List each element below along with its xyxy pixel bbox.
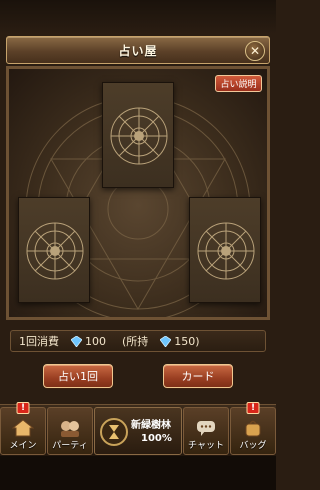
- location-progress: 100%: [141, 433, 172, 444]
- card-emblem-icon: [26, 222, 84, 280]
- close-icon: ✕: [249, 44, 261, 58]
- nav-bag-label: バッグ: [239, 441, 267, 451]
- card-button[interactable]: カード: [163, 364, 233, 388]
- nav-main[interactable]: ! メイン: [0, 402, 46, 455]
- nav-main-label: メイン: [9, 441, 37, 451]
- cost-bar: 1回消費 100 (所持 150): [10, 330, 266, 352]
- card-emblem-icon: [110, 107, 168, 165]
- chat-icon: [197, 421, 215, 436]
- party-icon: [61, 421, 79, 437]
- fortune-help-button[interactable]: 占い説明: [215, 75, 262, 92]
- owned-prefix: (所持: [122, 335, 149, 348]
- nav-chat[interactable]: チャット: [183, 407, 229, 455]
- card-emblem-icon: [197, 222, 255, 280]
- fortune-card-left[interactable]: [18, 197, 90, 303]
- cost-per-value: 100: [85, 334, 106, 348]
- bag-icon: [245, 420, 261, 437]
- fortune-once-button[interactable]: 占い1回: [43, 364, 113, 388]
- owned-value: 150): [174, 334, 200, 348]
- nav-party-label: パーティ: [52, 441, 88, 451]
- bottom-letterbox: [0, 456, 276, 490]
- nav-chat-label: チャット: [188, 441, 224, 451]
- nav-party[interactable]: パーティ: [47, 407, 93, 455]
- fortune-card-right[interactable]: [189, 197, 261, 303]
- nav-bag[interactable]: ! バッグ: [230, 402, 276, 455]
- nav-location[interactable]: 新緑樹林 100%: [94, 407, 182, 455]
- bottom-nav: ! メイン パーティ 新緑樹林 100% チャット ! バッグ: [0, 402, 276, 456]
- gem-icon: [71, 335, 82, 347]
- title-bar: 占い屋 ✕: [6, 36, 270, 64]
- location-name: 新緑樹林: [131, 420, 171, 431]
- close-button[interactable]: ✕: [245, 41, 265, 61]
- page-title: 占い屋: [118, 43, 158, 58]
- top-letterbox: [0, 0, 276, 34]
- cost-per-label: 1回消費: [19, 335, 59, 348]
- notification-badge: !: [16, 402, 30, 414]
- fortune-board: 占い説明: [6, 66, 270, 320]
- hourglass-icon: [100, 418, 128, 446]
- house-icon: [12, 419, 34, 437]
- fortune-card-top[interactable]: [102, 82, 174, 188]
- gem-icon: [160, 335, 172, 347]
- notification-badge: !: [246, 402, 260, 414]
